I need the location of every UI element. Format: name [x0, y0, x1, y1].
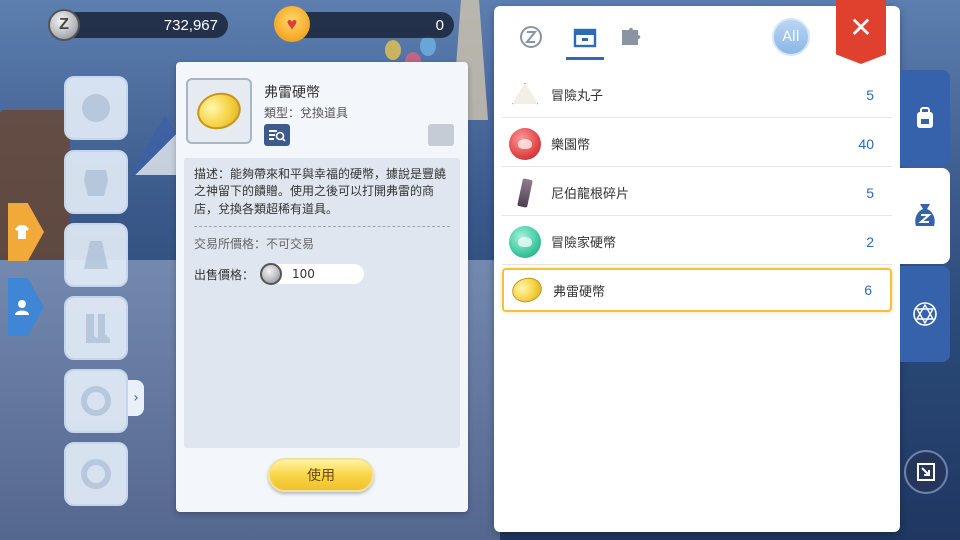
- armor-icon: [84, 170, 108, 196]
- background-balloon: [385, 40, 401, 60]
- item-label: 冒險家硬幣: [551, 236, 617, 251]
- equipment-slot-cloak[interactable]: [64, 223, 128, 287]
- equipment-slot-accessory[interactable]: [64, 76, 128, 140]
- equipment-slot-ring-1[interactable]: [64, 369, 128, 433]
- item-count: 2: [866, 233, 874, 250]
- cloak-icon: [84, 241, 108, 269]
- shard-icon: [508, 176, 542, 210]
- item-thumbnail: [186, 78, 252, 144]
- sell-price-label: 出售價格：: [194, 267, 255, 282]
- divider: [194, 226, 450, 228]
- item-count: 6: [864, 282, 872, 298]
- hexagram-icon: [913, 302, 937, 326]
- use-button[interactable]: 使用: [268, 458, 374, 492]
- gold-coin-icon: [193, 87, 245, 135]
- red-coin-icon: [508, 127, 542, 161]
- money-bag-icon: [915, 204, 935, 226]
- list-item[interactable]: 冒險家硬幣 2: [502, 219, 892, 265]
- list-item[interactable]: 樂園幣 40: [502, 121, 892, 167]
- sell-price-pill: 100: [260, 263, 365, 286]
- expand-slots-arrow[interactable]: ›: [128, 380, 144, 416]
- backpack-side-tab[interactable]: [900, 70, 950, 166]
- puzzle-icon: [622, 27, 641, 45]
- tab-zeny[interactable]: [514, 20, 548, 54]
- zeny-amount: 732,967: [163, 16, 218, 34]
- boots-icon: [86, 314, 110, 343]
- inventory-panel: All 冒險丸子 5 樂園幣 40 尼伯龍根碎片 5 冒險家硬幣 2 弗雷硬幣 …: [494, 6, 900, 532]
- trade-price: 交易所價格：不可交易: [194, 237, 315, 252]
- background-balloon: [420, 36, 436, 56]
- item-label: 冒險丸子: [551, 89, 604, 104]
- shirt-icon: [15, 225, 29, 239]
- magic-circle-side-tab[interactable]: [900, 266, 950, 362]
- item-detail-panel: 弗雷硬幣 類型：兌換道具 描述：能夠帶來和平與幸福的硬幣，據說是豐饒之神留下的饋…: [176, 62, 468, 512]
- shrink-arrow-icon: [917, 463, 935, 481]
- ring-icon: [81, 386, 111, 416]
- gold-coin-icon: [509, 273, 545, 307]
- item-label: 樂園幣: [551, 138, 591, 153]
- zeny-currency-bar: Z 732,967: [48, 9, 228, 41]
- backpack-icon: [917, 107, 933, 128]
- item-description: 描述：能夠帶來和平與幸福的硬幣，據說是豐饒之神留下的饋贈。使用之後可以打開弗雷的…: [194, 167, 447, 216]
- item-description-box: 描述：能夠帶來和平與幸福的硬幣，據說是豐饒之神留下的饋贈。使用之後可以打開弗雷的…: [184, 158, 460, 448]
- magnifier-list-icon: [269, 130, 286, 142]
- list-item-selected[interactable]: 弗雷硬幣 6: [502, 268, 892, 312]
- equipment-slot-armor[interactable]: [64, 150, 128, 214]
- tab-puzzle[interactable]: [614, 20, 648, 54]
- close-button[interactable]: ✕: [836, 0, 886, 64]
- item-count: 40: [858, 135, 874, 152]
- sell-price-value: 100: [292, 267, 315, 282]
- equipment-slot-boots[interactable]: [64, 296, 128, 360]
- orb-icon: [82, 94, 110, 122]
- green-coin-icon: [508, 225, 542, 259]
- list-item[interactable]: 尼伯龍根碎片 5: [502, 170, 892, 216]
- zeny-coin-icon: [260, 263, 283, 286]
- all-filter-button[interactable]: All: [772, 18, 810, 56]
- item-count: 5: [866, 184, 874, 201]
- collapse-corner-button[interactable]: [904, 450, 948, 494]
- list-item[interactable]: 冒險丸子 5: [502, 72, 892, 118]
- sell-price-row: 出售價格： 100: [194, 263, 450, 286]
- ring-icon: [81, 459, 111, 489]
- item-count: 5: [866, 86, 874, 103]
- event-currency-bar: ♥ 0: [274, 6, 454, 42]
- item-type: 類型：兌換道具: [264, 106, 349, 120]
- person-icon: [15, 300, 29, 315]
- box-icon: [573, 28, 597, 48]
- event-amount: 0: [435, 16, 444, 34]
- heart-badge-icon: ♥: [274, 6, 310, 42]
- zeny-bag-side-tab[interactable]: [900, 168, 950, 264]
- tab-box[interactable]: [566, 20, 604, 60]
- storage-tray-icon[interactable]: [428, 124, 454, 146]
- inventory-list: 冒險丸子 5 樂園幣 40 尼伯龍根碎片 5 冒險家硬幣 2 弗雷硬幣 6: [502, 72, 892, 315]
- item-info-button[interactable]: [264, 124, 290, 146]
- zeny-circle-icon: [520, 26, 542, 48]
- item-name: 弗雷硬幣: [264, 85, 320, 101]
- item-label: 弗雷硬幣: [553, 284, 606, 300]
- rice-ball-icon: [508, 78, 542, 112]
- item-label: 尼伯龍根碎片: [551, 187, 630, 202]
- equipment-slot-ring-2[interactable]: [64, 442, 128, 506]
- zeny-coin-icon: Z: [48, 9, 80, 41]
